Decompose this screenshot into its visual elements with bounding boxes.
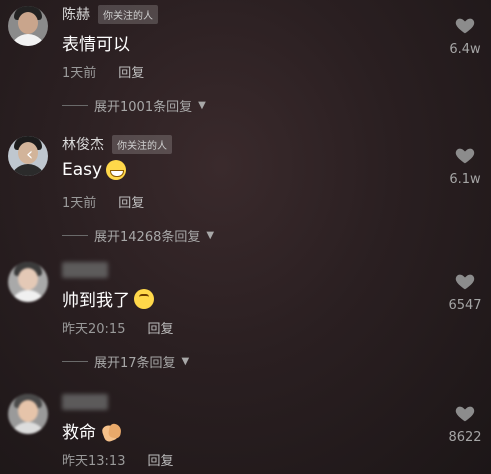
comment-time: 1天前 [62, 196, 97, 211]
like-count: 8622 [448, 430, 482, 445]
comment-text[interactable]: 表情可以 [62, 30, 130, 55]
heart-icon [454, 402, 476, 424]
username[interactable]: 陈赫 [62, 4, 90, 24]
avatar[interactable]: ‹ [8, 136, 48, 176]
reply-button[interactable]: 回复 [147, 318, 173, 337]
pleading-face-icon [134, 288, 154, 309]
divider [62, 105, 88, 106]
comment-time: 昨天20:15 [62, 322, 126, 337]
heart-icon [454, 270, 476, 292]
expand-replies[interactable]: 展开14268条回复 ▼ [62, 226, 214, 245]
avatar[interactable] [8, 6, 48, 46]
caret-down-icon: ▼ [206, 230, 215, 241]
divider [62, 361, 88, 362]
comment-text[interactable]: 帅到我了 [62, 286, 154, 311]
username[interactable] [62, 394, 108, 410]
username[interactable]: 林俊杰 [62, 134, 104, 154]
reply-button[interactable]: 回复 [147, 450, 173, 469]
expand-replies[interactable]: 展开1001条回复 ▼ [62, 96, 206, 115]
comment-time: 1天前 [62, 66, 97, 81]
reply-button[interactable]: 回复 [118, 192, 144, 211]
expand-replies[interactable]: 展开17条回复 ▼ [62, 352, 189, 371]
caret-down-icon: ▼ [181, 356, 190, 367]
username[interactable] [62, 262, 108, 278]
like-button[interactable]: 6.4w [445, 14, 485, 57]
clapping-hands-icon [100, 421, 124, 441]
comment-text[interactable]: 救命 [62, 418, 124, 443]
like-button[interactable]: 8622 [445, 402, 485, 445]
following-tag: 你关注的人 [98, 4, 158, 24]
like-count: 6547 [448, 298, 482, 313]
avatar[interactable] [8, 262, 48, 302]
reply-button[interactable]: 回复 [118, 62, 144, 81]
following-tag: 你关注的人 [112, 134, 172, 154]
like-button[interactable]: 6.1w [445, 144, 485, 187]
like-count: 6.4w [449, 42, 481, 57]
chevron-left-icon: ‹ [26, 144, 34, 165]
heart-icon [454, 14, 476, 36]
grinning-face-icon [106, 160, 127, 180]
caret-down-icon: ▼ [198, 100, 206, 111]
heart-icon [454, 144, 476, 166]
avatar[interactable] [8, 394, 48, 434]
comment-time: 昨天13:13 [62, 454, 126, 469]
divider [62, 235, 88, 236]
like-button[interactable]: 6547 [445, 270, 485, 313]
like-count: 6.1w [449, 172, 481, 187]
comment-text[interactable]: Easy [62, 160, 127, 180]
